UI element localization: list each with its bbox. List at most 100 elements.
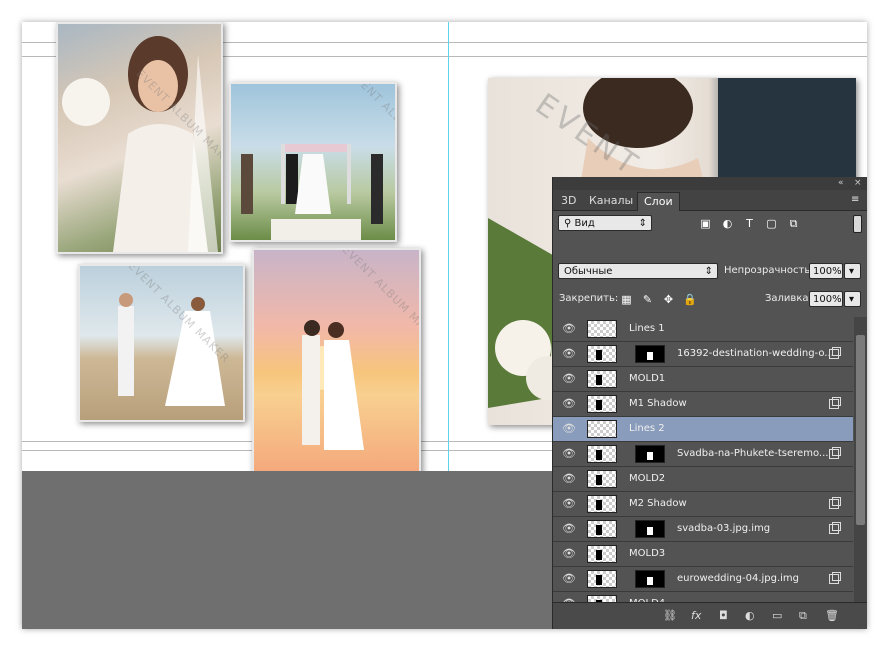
layer-thumbnail <box>587 470 617 488</box>
tab-layers[interactable]: Слои <box>637 192 680 211</box>
layer-row[interactable]: 👁 MOLD1 <box>553 367 853 392</box>
search-icon: ⚲ <box>564 218 572 229</box>
layer-mask-thumbnail[interactable] <box>635 345 665 363</box>
layer-row[interactable]: 👁 eurowedding-04.jpg.img <box>553 567 853 592</box>
adjustment-layer-icon[interactable]: ◐ <box>745 609 755 622</box>
layer-row[interactable]: 👁 Lines 1 <box>553 317 853 342</box>
filter-pixel-icon[interactable]: ▣ <box>699 217 712 230</box>
chevron-updown-icon: ⇕ <box>638 218 647 229</box>
photo-bride-portrait[interactable]: EVENT ALBUM MAKER <box>56 22 223 254</box>
link-icon[interactable]: ⛓ <box>663 609 677 622</box>
lock-all-icon[interactable]: 🔒 <box>683 293 697 306</box>
layer-row[interactable]: 👁 M1 Shadow <box>553 392 853 417</box>
thumbnail-content <box>596 550 602 560</box>
add-mask-icon[interactable]: ◘ <box>719 609 728 622</box>
layer-thumbnail <box>587 570 617 588</box>
close-panel-icon[interactable]: × <box>854 177 862 190</box>
fill-dropdown-button[interactable]: ▾ <box>844 291 861 307</box>
layer-row[interactable]: 👁 M2 Shadow <box>553 492 853 517</box>
layer-row[interactable]: 👁 Svadba-na-Phukete-tseremo... <box>553 442 853 467</box>
tab-3d[interactable]: 3D <box>555 192 582 210</box>
layer-row[interactable]: 👁 MOLD3 <box>553 542 853 567</box>
filter-adjustment-icon[interactable]: ◐ <box>721 217 734 230</box>
fill-input[interactable]: 100% <box>809 291 843 307</box>
layer-mask-thumbnail[interactable] <box>635 570 665 588</box>
layers-scrollbar[interactable] <box>854 317 867 602</box>
lock-transparent-icon[interactable]: ▦ <box>620 293 633 306</box>
layer-thumbnail <box>587 395 617 413</box>
layer-mask-thumbnail[interactable] <box>635 445 665 463</box>
thumbnail-content <box>596 375 602 385</box>
layer-filter-label: Вид <box>574 218 595 229</box>
panel-title-bar[interactable]: « × <box>553 177 867 190</box>
visibility-eye-icon[interactable]: 👁 <box>562 423 576 435</box>
visibility-eye-icon[interactable]: 👁 <box>562 573 576 585</box>
sunset-couple-graphic <box>302 320 364 450</box>
thumbnail-content <box>596 500 602 510</box>
lock-image-icon[interactable]: ✎ <box>641 293 654 306</box>
lock-position-icon[interactable]: ✥ <box>662 293 675 306</box>
collapse-panel-icon[interactable]: « <box>838 177 844 190</box>
layer-name: MOLD4 <box>629 592 665 602</box>
new-layer-icon[interactable]: ⧉ <box>799 609 807 623</box>
trash-icon[interactable]: 🗑 <box>825 609 839 622</box>
layer-name: 16392-destination-wedding-o... <box>677 348 834 359</box>
layer-row[interactable]: 👁 16392-destination-wedding-o... <box>553 342 853 367</box>
filter-shape-icon[interactable]: ▢ <box>765 217 778 230</box>
visibility-eye-icon[interactable]: 👁 <box>562 548 576 560</box>
layer-filter-select[interactable]: ⚲ Вид ⇕ <box>558 215 652 231</box>
visibility-eye-icon[interactable]: 👁 <box>562 498 576 510</box>
layer-name: MOLD2 <box>629 473 666 484</box>
thumbnail-content <box>596 350 602 360</box>
blend-mode-select[interactable]: Обычные ⇕ <box>558 263 718 279</box>
thumbnail-content <box>596 450 602 460</box>
layer-row[interactable]: 👁MOLD4 <box>553 592 853 602</box>
chevron-updown-icon: ⇕ <box>704 266 713 277</box>
layer-row[interactable]: 👁 MOLD2 <box>553 467 853 492</box>
smart-object-icon <box>829 522 841 534</box>
smart-object-icon <box>829 447 841 459</box>
filter-type-icon[interactable]: T <box>743 217 756 230</box>
visibility-eye-icon[interactable]: 👁 <box>562 523 576 535</box>
blend-mode-value: Обычные <box>564 266 613 277</box>
layer-row[interactable]: 👁 Lines 2 <box>553 417 853 442</box>
layers-panel: « × 3D Каналы Слои ≡ ⚲ Вид ⇕ ▣ ◐ T ▢ ⧉ О… <box>552 177 867 629</box>
visibility-eye-icon[interactable]: 👁 <box>562 398 576 410</box>
lock-label: Закрепить: <box>559 293 619 304</box>
fx-icon[interactable]: fx <box>691 609 701 622</box>
layer-row[interactable]: 👁 svadba-03.jpg.img <box>553 517 853 542</box>
panel-tabs: 3D Каналы Слои ≡ <box>553 190 867 211</box>
filter-smartobject-icon[interactable]: ⧉ <box>787 217 800 230</box>
layer-mask-thumbnail[interactable] <box>635 520 665 538</box>
tab-channels[interactable]: Каналы <box>583 192 639 210</box>
layer-thumbnail <box>587 445 617 463</box>
layer-name: Lines 2 <box>629 423 665 434</box>
visibility-eye-icon[interactable]: 👁 <box>562 373 576 385</box>
layer-name: M2 Shadow <box>629 498 687 509</box>
photo-ceremony[interactable]: EVENT ALBUM MAKER <box>229 82 397 242</box>
visibility-eye-icon[interactable]: 👁 <box>562 473 576 485</box>
layer-thumbnail <box>587 495 617 513</box>
layer-name: MOLD1 <box>629 373 666 384</box>
layer-thumbnail <box>587 595 617 602</box>
smart-object-icon <box>829 397 841 409</box>
opacity-label: Непрозрачность: <box>724 265 814 276</box>
photo-beach-couple[interactable]: EVENT ALBUM MAKER <box>78 264 245 422</box>
opacity-dropdown-button[interactable]: ▾ <box>844 263 861 279</box>
new-group-icon[interactable]: ▭ <box>772 609 782 622</box>
visibility-eye-icon[interactable]: 👁 <box>562 348 576 360</box>
filter-toggle-switch[interactable] <box>853 215 862 233</box>
photo-sunset-couple[interactable]: EVENT ALBUM MAKER <box>252 248 421 475</box>
visibility-eye-icon[interactable]: 👁 <box>562 323 576 335</box>
panel-menu-icon[interactable]: ≡ <box>851 194 859 205</box>
layer-thumbnail <box>587 545 617 563</box>
scrollbar-thumb[interactable] <box>856 335 865 525</box>
layers-list: 👁 Lines 1 👁 16392-destination-wedding-o... 👁… <box>553 317 853 602</box>
visibility-eye-icon[interactable]: 👁 <box>562 448 576 460</box>
layer-name: Svadba-na-Phukete-tseremo... <box>677 448 829 459</box>
smart-object-icon <box>829 572 841 584</box>
smart-object-icon <box>829 497 841 509</box>
layer-name: svadba-03.jpg.img <box>677 523 771 534</box>
layer-thumbnail <box>587 320 617 338</box>
opacity-input[interactable]: 100% <box>809 263 843 279</box>
